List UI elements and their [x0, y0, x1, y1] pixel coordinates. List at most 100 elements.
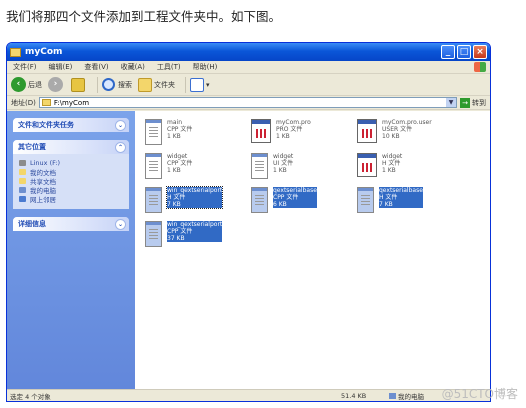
chevron-down-icon[interactable]: ⌄: [115, 218, 126, 230]
file-size: 7 KB: [167, 201, 181, 208]
status-bar: 选定 4 个对象 51.4 KB 我的电脑: [7, 389, 490, 401]
back-label: 后退: [28, 80, 42, 89]
chevron-down-icon[interactable]: ▼: [446, 98, 456, 107]
forward-arrow-icon: ›: [48, 77, 63, 92]
file-size: 10 KB: [382, 133, 400, 140]
menu-view[interactable]: 查看(V): [84, 62, 108, 72]
ui-file-icon: [251, 153, 268, 179]
file-type: CPP 文件: [167, 228, 193, 235]
file-name: win_qextserialport: [167, 187, 223, 194]
close-button[interactable]: ×: [473, 45, 487, 59]
file-name: qextserialbase: [379, 187, 423, 194]
page-caption: 我们将那四个文件添加到工程文件夹中。如下图。: [6, 9, 282, 24]
file-item-selected[interactable]: win_qextserialport CPP 文件 37 KB: [145, 221, 243, 251]
go-arrow-icon: →: [460, 97, 470, 108]
places-panel-title: 其它位置: [18, 143, 46, 151]
cpp-file-icon: [145, 119, 162, 145]
tasks-panel: 文件和文件夹任务 ⌄: [13, 118, 129, 132]
address-input[interactable]: F:\myCom ▼: [38, 97, 457, 108]
chevron-up-icon[interactable]: ⌃: [115, 141, 126, 153]
title-bar[interactable]: myCom _ □ ×: [7, 43, 490, 61]
place-network[interactable]: 网上邻居: [19, 194, 123, 204]
user-file-icon: [357, 119, 377, 143]
file-name: main: [167, 119, 182, 126]
file-type: H 文件: [167, 194, 186, 201]
file-size: 7 KB: [379, 201, 393, 208]
menu-bar: 文件(F) 编辑(E) 查看(V) 收藏(A) 工具(T) 帮助(H): [7, 61, 490, 74]
file-name: widget: [167, 153, 188, 160]
menu-favorites[interactable]: 收藏(A): [121, 62, 145, 72]
watermark: @51CTO博客: [441, 387, 518, 401]
task-pane: 文件和文件夹任务 ⌄ 其它位置 ⌃ Linux (F:) 我的文档 共享文档 我…: [7, 111, 135, 389]
search-icon: [102, 78, 115, 91]
pro-file-icon: [251, 119, 271, 143]
tasks-panel-title: 文件和文件夹任务: [18, 121, 74, 129]
file-item[interactable]: widget CPP 文件 1 KB: [145, 153, 243, 183]
file-list: main CPP 文件 1 KB myCom.pro PRO 文件 1 KB m…: [135, 111, 490, 389]
search-button[interactable]: 搜索: [102, 78, 132, 91]
places-panel: 其它位置 ⌃ Linux (F:) 我的文档 共享文档 我的电脑 网上邻居: [13, 140, 129, 209]
menu-help[interactable]: 帮助(H): [193, 62, 218, 72]
go-label: 转到: [472, 98, 486, 107]
chevron-down-icon[interactable]: ⌄: [115, 119, 126, 131]
cpp-file-icon: [251, 187, 268, 213]
menu-tools[interactable]: 工具(T): [157, 62, 181, 72]
file-item[interactable]: main CPP 文件 1 KB: [145, 119, 243, 149]
up-button[interactable]: [71, 77, 87, 92]
place-label: 网上邻居: [30, 195, 56, 204]
drive-icon: [19, 159, 26, 166]
file-size: 1 KB: [382, 167, 396, 174]
status-count: 选定 4 个对象: [10, 392, 51, 401]
maximize-button[interactable]: □: [457, 45, 471, 59]
file-size: 1 KB: [276, 133, 290, 140]
file-item[interactable]: myCom.pro PRO 文件 1 KB: [251, 119, 349, 149]
status-size: 51.4 KB: [341, 391, 367, 400]
places-panel-header[interactable]: 其它位置 ⌃: [13, 140, 129, 154]
file-type: USER 文件: [382, 126, 413, 133]
computer-icon: [389, 392, 396, 399]
file-size: 6 KB: [273, 201, 287, 208]
address-bar: 地址(D) F:\myCom ▼ → 转到: [7, 96, 490, 110]
search-label: 搜索: [118, 80, 132, 89]
folders-label: 文件夹: [154, 80, 175, 89]
minimize-button[interactable]: _: [441, 45, 455, 59]
details-panel: 详细信息 ⌄: [13, 217, 129, 231]
file-item[interactable]: myCom.pro.user USER 文件 10 KB: [357, 119, 455, 149]
folder-icon: [19, 168, 26, 175]
views-button[interactable]: ▾: [190, 77, 210, 92]
folders-button[interactable]: 文件夹: [138, 77, 175, 92]
folders-icon: [138, 77, 152, 92]
file-item-selected[interactable]: qextserialbase CPP 文件 6 KB: [251, 187, 349, 217]
folder-icon: [19, 177, 26, 184]
file-type: H 文件: [379, 194, 398, 201]
network-icon: [19, 195, 26, 202]
h-file-icon: [357, 153, 377, 177]
menu-edit[interactable]: 编辑(E): [49, 62, 73, 72]
computer-icon: [19, 186, 26, 193]
address-value: F:\myCom: [53, 98, 90, 107]
file-name: myCom.pro: [276, 119, 311, 126]
file-type: CPP 文件: [167, 160, 193, 167]
file-type: CPP 文件: [167, 126, 193, 133]
file-type: H 文件: [382, 160, 401, 167]
menu-file[interactable]: 文件(F): [13, 62, 37, 72]
back-button[interactable]: ‹ 后退: [11, 77, 42, 92]
window-title: myCom: [25, 47, 63, 57]
go-button[interactable]: → 转到: [460, 97, 486, 108]
file-item[interactable]: widget UI 文件 1 KB: [251, 153, 349, 183]
file-size: 1 KB: [167, 167, 181, 174]
details-panel-title: 详细信息: [18, 220, 46, 228]
tasks-panel-header[interactable]: 文件和文件夹任务 ⌄: [13, 118, 129, 132]
folder-icon: [10, 47, 21, 57]
forward-button[interactable]: ›: [48, 77, 65, 92]
file-item-selected[interactable]: win_qextserialport H 文件 7 KB: [145, 186, 243, 217]
file-item-selected[interactable]: qextserialbase H 文件 7 KB: [357, 187, 455, 217]
h-file-icon: [357, 187, 374, 213]
file-name: myCom.pro.user: [382, 119, 432, 126]
file-item[interactable]: widget H 文件 1 KB: [357, 153, 455, 183]
toolbar: ‹ 后退 › 搜索 文件夹 ▾: [7, 74, 490, 96]
status-location: 我的电脑: [389, 391, 424, 401]
explorer-body: 文件和文件夹任务 ⌄ 其它位置 ⌃ Linux (F:) 我的文档 共享文档 我…: [7, 111, 490, 389]
toolbar-divider: [185, 76, 186, 93]
details-panel-header[interactable]: 详细信息 ⌄: [13, 217, 129, 231]
